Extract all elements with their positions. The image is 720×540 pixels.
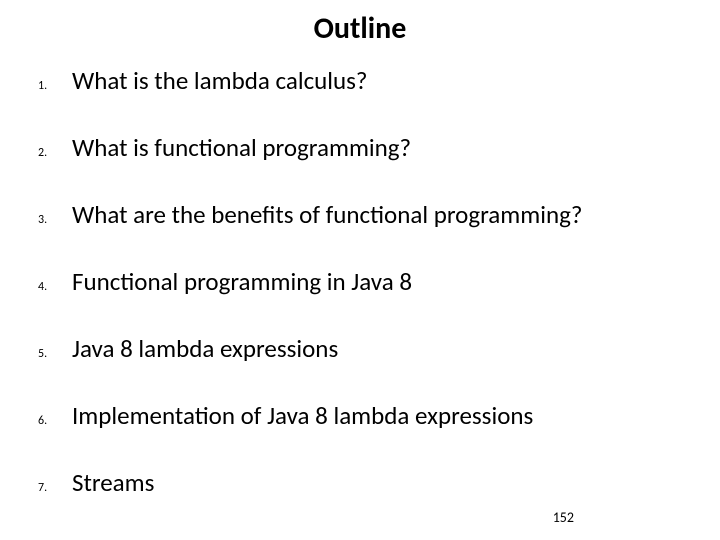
outline-list: 1. What is the lambda calculus? 2. What … [20,65,700,498]
list-item: 6. Implementation of Java 8 lambda expre… [38,400,700,431]
list-item: 4. Functional programming in Java 8 [38,266,700,297]
item-text: Java 8 lambda expressions [72,333,338,364]
item-number: 3. [38,213,52,227]
slide-title: Outline [20,10,700,47]
item-text: Streams [72,467,154,498]
item-number: 5. [38,347,52,361]
list-item: 3. What are the benefits of functional p… [38,199,700,230]
item-number: 4. [38,280,52,294]
item-text: What is functional programming? [72,132,411,163]
slide-container: Outline 1. What is the lambda calculus? … [0,0,720,540]
item-number: 6. [38,414,52,428]
list-item: 2. What is functional programming? [38,132,700,163]
list-item: 1. What is the lambda calculus? [38,65,700,96]
item-text: Functional programming in Java 8 [72,266,412,297]
item-text: Implementation of Java 8 lambda expressi… [72,400,533,431]
item-text: What are the benefits of functional prog… [72,199,582,230]
list-item: 7. Streams [38,467,700,498]
list-item: 5. Java 8 lambda expressions [38,333,700,364]
item-text: What is the lambda calculus? [72,65,368,96]
item-number: 1. [38,79,52,93]
item-number: 7. [38,481,52,495]
item-number: 2. [38,146,52,160]
page-number: 152 [553,509,574,526]
